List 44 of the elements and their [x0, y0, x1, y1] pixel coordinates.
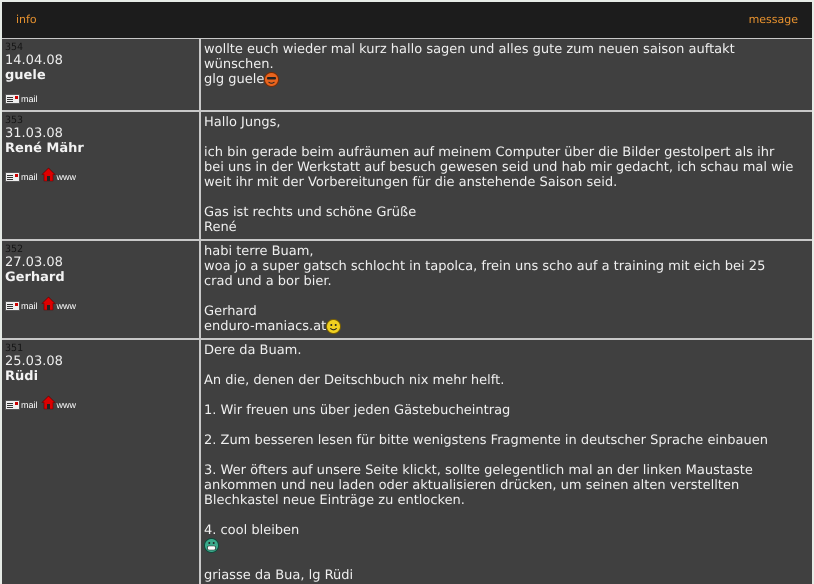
entry-date: 31.03.08 — [5, 126, 64, 141]
website-link[interactable]: www — [56, 301, 76, 311]
author-name: Rüdi — [5, 369, 40, 385]
author-name: guele — [5, 68, 47, 84]
author-name: René Mähr — [5, 141, 85, 157]
message-text: ich bin gerade beim aufräumen auf meinem Computer über die Bilder gestolpert als ihr bei uns in der Werkstatt auf besuch gewesen seid und hab mir gedacht, ich schau mal wie weit ihr mit der Vorbereitungen für die anstehende Saison seid. — [204, 145, 794, 190]
mail-link[interactable]: mail — [21, 172, 38, 182]
grinning-smiley-icon — [204, 538, 219, 553]
envelope-icon — [5, 94, 20, 104]
smiley-icon — [326, 319, 342, 334]
message-text: Hallo Jungs, — [204, 115, 281, 130]
mail-link[interactable]: mail — [21, 400, 38, 410]
sunglasses-smiley-icon — [264, 72, 280, 87]
message-text: Gas ist rechts und schöne Grüße — [204, 205, 416, 220]
message-text: 3. Wer öfters auf unsere Seite klickt, sollte gelegentlich mal an der linken Maustaste ankommen und neu laden oder aktualisieren drücken, um seinen alten verstellten Blechkastel neue Einträge zu entlocken. — [204, 463, 754, 508]
entry-date: 25.03.08 — [5, 354, 64, 369]
message-text: wollte euch wieder mal kurz hallo sagen und alles gute zum neuen saison auftakt wünschen. — [204, 42, 736, 72]
entry-date: 27.03.08 — [5, 255, 64, 270]
website-link[interactable]: www — [56, 172, 76, 182]
mail-link[interactable]: mail — [21, 301, 38, 311]
message-text: 4. cool bleiben — [204, 523, 300, 538]
house-icon — [40, 167, 56, 182]
column-header: message — [748, 12, 798, 28]
author-name: Gerhard — [5, 270, 66, 286]
message-text: enduro-maniacs.at — [204, 319, 326, 334]
message-text: 2. Zum besseren lesen für bitte wenigstens Fragmente in deutscher Sprache einbauen — [204, 433, 768, 448]
envelope-icon — [5, 400, 20, 410]
message-text: Dere da Buam. — [204, 343, 302, 358]
message-text: An die, denen der Deitschbuch nix mehr helft. — [204, 373, 504, 388]
column-header: info — [16, 12, 37, 28]
website-link[interactable]: www — [56, 400, 76, 410]
mail-link[interactable]: mail — [21, 94, 38, 104]
message-text: griasse da Bua, lg Rüdi — [204, 568, 354, 583]
envelope-icon — [5, 301, 20, 311]
entry-date: 14.04.08 — [5, 53, 64, 68]
envelope-icon — [5, 172, 20, 182]
message-text: habi terre Buam, — [204, 244, 314, 259]
house-icon — [40, 395, 56, 410]
message-text: woa jo a super gatsch schlocht in tapolca, frein uns scho auf a training mit eich bei 25 crad und a bor bier. — [204, 259, 766, 289]
house-icon — [40, 296, 56, 311]
message-text: René — [204, 220, 237, 235]
message-text: 1. Wir freuen uns über jeden Gästebucheintrag — [204, 403, 510, 418]
message-text: Gerhard — [204, 304, 257, 319]
message-text: glg guele — [204, 72, 264, 87]
